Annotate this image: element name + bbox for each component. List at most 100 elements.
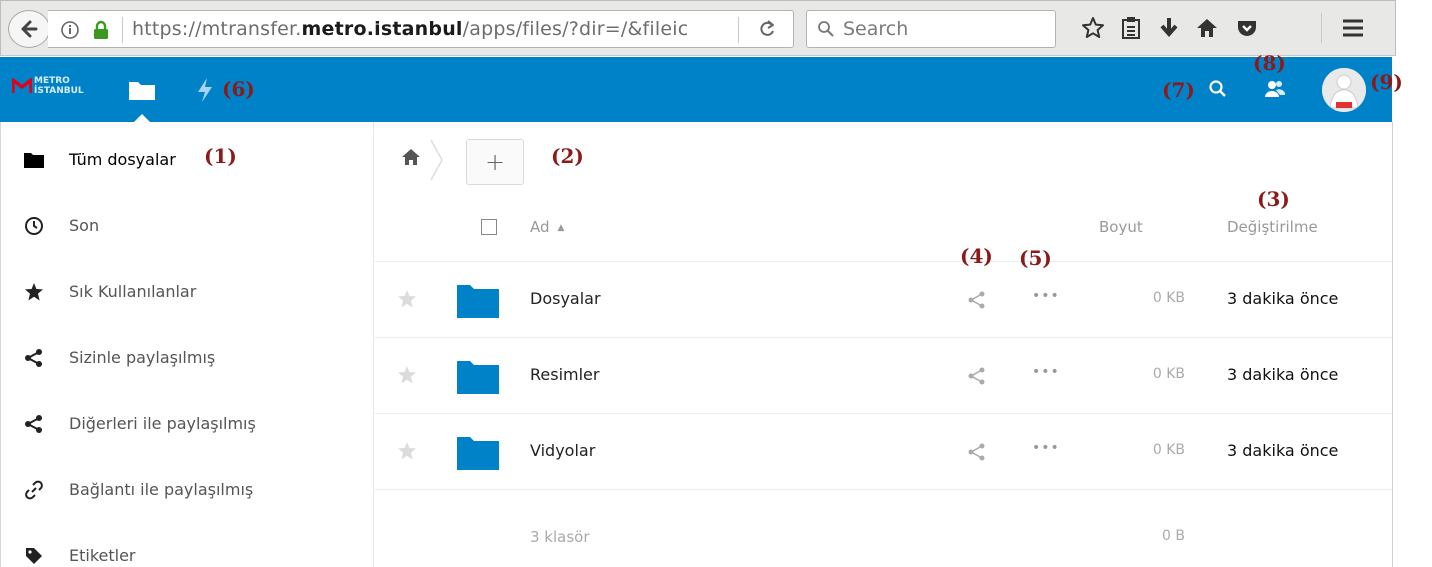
bookmark-star-icon[interactable] [1080,15,1106,41]
column-header-modified[interactable]: Değiştirilme [1227,218,1318,236]
tag-icon [23,545,45,567]
sidebar-item-label: Sizinle paylaşılmış [69,348,216,367]
reload-icon[interactable] [758,19,776,39]
table-row[interactable]: Vidyolar ••• 0 KB 3 dakika önce [375,413,1392,489]
url-suffix: /apps/files/?dir=/&fileic [462,18,689,40]
sidebar-item-tags[interactable]: Etiketler [1,522,373,567]
url-text[interactable]: https://mtransfer.metro.istanbul/apps/fi… [132,18,688,40]
more-actions-icon[interactable]: ••• [1032,288,1060,304]
sidebar-item-recent[interactable]: Son [1,192,373,258]
pocket-icon[interactable] [1234,15,1260,41]
column-name-label: Ad [530,218,550,236]
sidebar: Tüm dosyalar Son Sık Kullanılanlar Sizin… [0,122,374,567]
sidebar-item-label: Etiketler [69,546,136,565]
sidebar-item-label: Bağlantı ile paylaşılmış [69,480,254,499]
select-all-checkbox[interactable] [481,219,497,235]
sidebar-item-label: Tüm dosyalar [69,150,176,169]
content-right-border [1392,122,1393,567]
total-size: 0 B [1162,528,1185,544]
new-file-button[interactable]: + [466,139,524,185]
back-button[interactable] [8,10,50,48]
logo-text: METRO İSTANBUL [34,76,84,96]
menu-icon[interactable] [1340,15,1366,41]
clock-icon [23,215,45,237]
sort-up-icon: ▲ [557,223,565,233]
folder-icon [457,437,499,470]
search-icon[interactable] [1208,79,1228,99]
avatar-image [1322,68,1366,112]
download-icon[interactable] [1156,15,1182,41]
contacts-icon[interactable] [1264,79,1286,99]
sidebar-item-shared-with-you[interactable]: Sizinle paylaşılmış [1,324,373,390]
active-nav-caret [134,114,150,122]
column-header-name[interactable]: Ad ▲ [530,218,564,236]
home-icon[interactable] [1194,15,1220,41]
logo-line2: İSTANBUL [34,86,84,96]
user-avatar[interactable] [1322,68,1366,112]
annotation-7: (7) [1162,78,1195,102]
link-icon [23,479,45,501]
share-icon [23,413,45,435]
sidebar-item-label: Sık Kullanılanlar [69,282,197,301]
nav-files[interactable] [122,57,162,122]
sidebar-item-label: Diğerleri ile paylaşılmış [69,414,256,433]
search-placeholder: Search [843,18,909,40]
file-modified: 3 dakika önce [1227,441,1339,460]
url-domain: metro.istanbul [301,18,463,40]
activity-lightning-icon[interactable] [195,77,215,103]
favorite-star-icon[interactable] [397,365,417,385]
file-modified: 3 dakika önce [1227,289,1339,308]
url-separator [122,17,123,43]
file-name[interactable]: Vidyolar [530,441,595,460]
files-folder-icon [129,82,155,100]
url-reload-separator [738,17,739,43]
search-icon [818,21,834,37]
annotation-3: (3) [1257,187,1290,211]
annotation-9: (9) [1370,70,1403,94]
column-header-size[interactable]: Boyut [1099,218,1143,236]
breadcrumb-home-icon[interactable] [401,148,421,166]
info-icon[interactable] [60,20,80,40]
sidebar-item-favorites[interactable]: Sık Kullanılanlar [1,258,373,324]
search-input[interactable]: Search [806,10,1056,48]
star-icon [23,281,45,303]
url-bar[interactable]: https://mtransfer.metro.istanbul/apps/fi… [48,10,794,48]
more-actions-icon[interactable]: ••• [1032,440,1060,456]
share-icon[interactable] [967,366,987,386]
share-icon[interactable] [967,442,987,462]
share-icon [23,347,45,369]
back-arrow-icon [21,20,38,38]
sidebar-item-shared-by-link[interactable]: Bağlantı ile paylaşılmış [1,456,373,522]
folder-icon [23,149,45,171]
sidebar-item-all-files[interactable]: Tüm dosyalar [1,126,373,192]
annotation-2: (2) [551,144,584,168]
file-size: 0 KB [1152,366,1185,382]
annotation-5: (5) [1019,246,1052,270]
annotation-8: (8) [1253,51,1286,75]
breadcrumb-chevron-icon [430,139,443,181]
file-size: 0 KB [1152,442,1185,458]
annotation-1: (1) [204,144,237,168]
annotation-4: (4) [960,244,993,268]
reading-list-icon[interactable] [1118,15,1144,41]
metro-istanbul-logo[interactable]: METRO İSTANBUL [12,76,84,96]
sidebar-item-label: Son [69,216,100,235]
logo-line1: METRO [34,76,70,86]
summary-row: 3 klasör 0 B [375,489,1392,567]
browser-toolbar: https://mtransfer.metro.istanbul/apps/fi… [0,0,1396,56]
file-name[interactable]: Resimler [530,365,599,384]
toolbar-separator [1321,13,1322,43]
metro-logo-icon [12,78,32,93]
lock-icon[interactable] [92,19,110,41]
table-row[interactable]: Resimler ••• 0 KB 3 dakika önce [375,337,1392,413]
sidebar-item-shared-with-others[interactable]: Diğerleri ile paylaşılmış [1,390,373,456]
share-icon[interactable] [967,290,987,310]
table-row[interactable]: Dosyalar ••• 0 KB 3 dakika önce [375,261,1392,337]
file-list-area: + Ad ▲ Boyut Değiştirilme Dosyalar ••• 0 … [375,122,1392,567]
file-modified: 3 dakika önce [1227,365,1339,384]
favorite-star-icon[interactable] [397,441,417,461]
more-actions-icon[interactable]: ••• [1032,364,1060,380]
file-name[interactable]: Dosyalar [530,289,601,308]
favorite-star-icon[interactable] [397,289,417,309]
folder-icon [457,361,499,394]
